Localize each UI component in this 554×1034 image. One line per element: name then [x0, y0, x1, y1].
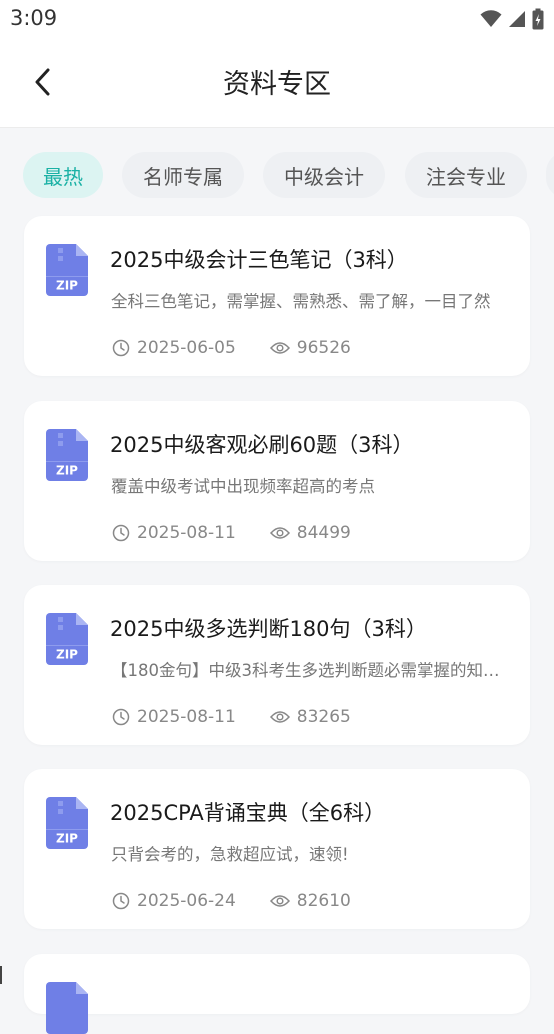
zip-file-icon: ZIP — [46, 429, 88, 481]
tab-label: 最热 — [43, 164, 83, 189]
tab-more-hidden[interactable] — [546, 152, 554, 198]
tab-intermediate-accounting[interactable]: 中级会计 — [263, 152, 385, 198]
resource-card[interactable]: ZIP 2025中级会计三色笔记（3科） 全科三色笔记，需掌握、需熟悉、需了解，… — [24, 216, 530, 376]
eye-icon — [269, 527, 290, 539]
tab-label: 中级会计 — [284, 164, 364, 189]
clock-icon — [112, 524, 130, 542]
tab-label: 注会专业 — [426, 164, 506, 189]
svg-text:ZIP: ZIP — [56, 648, 78, 662]
resource-title: 2025中级客观必刷60题（3科） — [110, 433, 414, 457]
tab-label: 名师专属 — [143, 164, 223, 189]
resource-meta: 2025-06-24 82610 — [112, 891, 351, 911]
views-meta: 82610 — [269, 891, 351, 911]
views-meta: 83265 — [269, 707, 351, 727]
clock-icon — [112, 708, 130, 726]
clock-icon — [112, 892, 130, 910]
resource-description: 覆盖中级考试中出现频率超高的考点 — [111, 477, 375, 496]
resource-date: 2025-08-11 — [137, 707, 236, 727]
resource-views: 84499 — [296, 523, 351, 543]
zip-file-icon: ZIP — [46, 244, 88, 296]
date-meta: 2025-06-05 — [112, 338, 236, 358]
signal-icon — [509, 11, 525, 27]
top-bar: 3:09 资料专区 — [0, 0, 554, 128]
wifi-icon — [480, 10, 502, 27]
resource-title: 2025中级多选判断180句（3科） — [110, 617, 427, 641]
eye-icon — [269, 895, 290, 907]
tab-cpa-major[interactable]: 注会专业 — [405, 152, 527, 198]
resource-date: 2025-06-05 — [137, 338, 236, 358]
resource-date: 2025-06-24 — [137, 891, 236, 911]
views-meta: 84499 — [269, 523, 351, 543]
resource-views: 96526 — [296, 338, 351, 358]
edge-marker — [0, 966, 2, 984]
resource-card-partial[interactable] — [24, 954, 530, 1034]
tab-famous-teacher[interactable]: 名师专属 — [122, 152, 244, 198]
resource-card[interactable]: ZIP 2025中级多选判断180句（3科） 【180金句】中级3科考生多选判断… — [24, 585, 530, 745]
resource-card[interactable]: ZIP 2025中级客观必刷60题（3科） 覆盖中级考试中出现频率超高的考点 2… — [24, 401, 530, 561]
svg-text:ZIP: ZIP — [56, 464, 78, 478]
zip-file-icon: ZIP — [46, 797, 88, 849]
zip-file-icon: ZIP — [46, 613, 88, 665]
tab-hot[interactable]: 最热 — [23, 152, 103, 198]
resource-meta: 2025-06-05 96526 — [112, 338, 351, 358]
resource-description: 【180金句】中级3科考生多选判断题必需掌握的知识点 — [111, 661, 515, 680]
svg-text:ZIP: ZIP — [56, 279, 78, 293]
resource-description: 只背会考的，急救超应试，速领! — [111, 845, 349, 864]
date-meta: 2025-06-24 — [112, 891, 236, 911]
resource-card[interactable]: ZIP 2025CPA背诵宝典（全6科） 只背会考的，急救超应试，速领! 202… — [24, 769, 530, 929]
status-time: 3:09 — [10, 6, 58, 30]
status-bar: 3:09 — [0, 0, 554, 38]
page-title: 资料专区 — [223, 69, 331, 100]
eye-icon — [269, 711, 290, 723]
svg-text:ZIP: ZIP — [56, 832, 78, 846]
zip-file-icon — [46, 982, 88, 1034]
resource-meta: 2025-08-11 84499 — [112, 523, 351, 543]
resource-description: 全科三色笔记，需掌握、需熟悉、需了解，一目了然 — [111, 292, 491, 311]
resource-title: 2025中级会计三色笔记（3科） — [110, 248, 408, 272]
resource-date: 2025-08-11 — [137, 523, 236, 543]
resource-views: 83265 — [296, 707, 351, 727]
status-icons — [480, 8, 544, 30]
clock-icon — [112, 339, 130, 357]
battery-icon — [532, 8, 544, 30]
eye-icon — [269, 342, 290, 354]
resource-title: 2025CPA背诵宝典（全6科） — [110, 801, 386, 825]
resource-meta: 2025-08-11 83265 — [112, 707, 351, 727]
views-meta: 96526 — [269, 338, 351, 358]
date-meta: 2025-08-11 — [112, 707, 236, 727]
date-meta: 2025-08-11 — [112, 523, 236, 543]
category-tabs: 最热 名师专属 中级会计 注会专业 — [0, 152, 554, 198]
resource-views: 82610 — [296, 891, 351, 911]
nav-bar: 资料专区 — [0, 40, 554, 126]
